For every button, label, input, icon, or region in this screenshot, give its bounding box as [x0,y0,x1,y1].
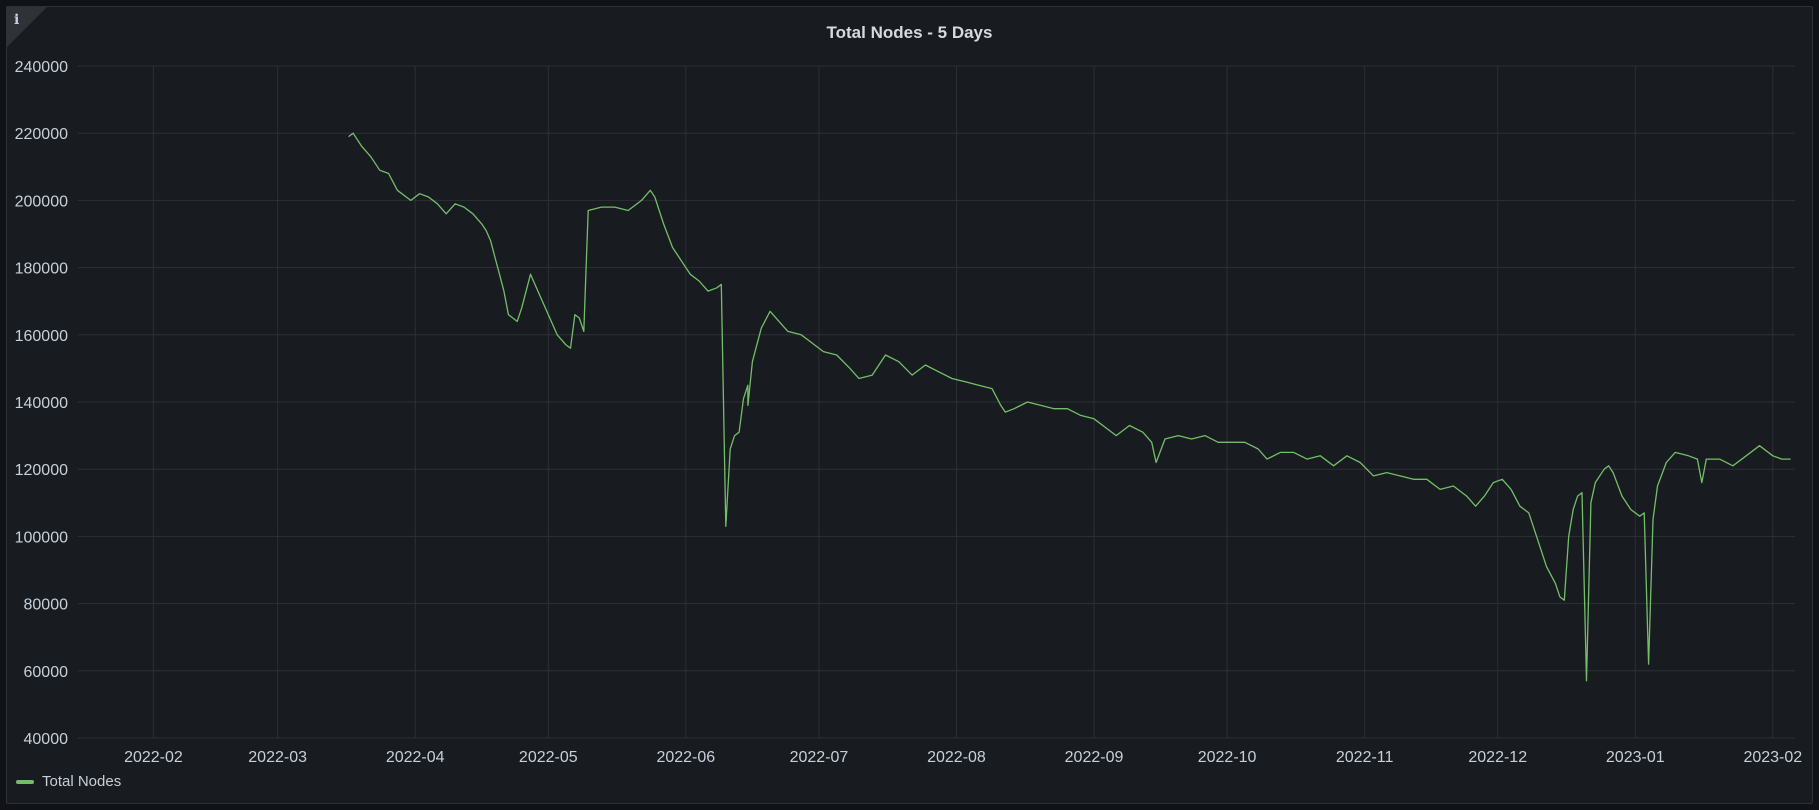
x-tick-label: 2023-02 [1743,749,1802,766]
y-tick-label: 120000 [15,462,68,479]
x-tick-label: 2022-05 [519,749,578,766]
y-axis: 240000 220000 200000 180000 160000 140000 1200… [15,59,68,748]
series-line-total-nodes [348,132,1791,682]
y-tick-label: 40000 [24,731,69,748]
x-tick-label: 2022-02 [124,749,183,766]
x-tick-label: 2023-01 [1606,749,1665,766]
x-tick-label: 2022-09 [1065,749,1124,766]
legend-swatch [16,779,34,784]
y-tick-label: 200000 [15,193,68,210]
line-chart: 240000 220000 200000 180000 160000 140000 1200… [15,59,1803,766]
x-tick-label: 2022-04 [386,749,445,766]
x-tick-label: 2022-12 [1468,749,1527,766]
x-tick-label: 2022-06 [656,749,715,766]
y-tick-label: 180000 [15,261,68,278]
x-axis: 2022-02 2022-03 2022-04 2022-05 2022-06 2022-… [124,749,1802,766]
y-tick-label: 80000 [24,597,69,614]
x-tick-label: 2022-03 [248,749,307,766]
y-tick-label: 160000 [15,328,68,345]
x-tick-label: 2022-10 [1198,749,1257,766]
y-tick-label: 140000 [15,395,68,412]
y-tick-label: 220000 [15,126,68,143]
x-tick-label: 2022-07 [790,749,849,766]
y-tick-label: 240000 [15,59,68,76]
series-group [348,132,1791,682]
y-tick-label: 60000 [24,664,69,681]
x-tick-label: 2022-11 [1336,749,1394,766]
y-tick-label: 100000 [15,529,68,546]
grid [78,65,1795,739]
legend-label: Total Nodes [42,773,122,790]
legend-item-total-nodes[interactable]: Total Nodes [16,773,121,790]
x-tick-label: 2022-08 [927,749,986,766]
